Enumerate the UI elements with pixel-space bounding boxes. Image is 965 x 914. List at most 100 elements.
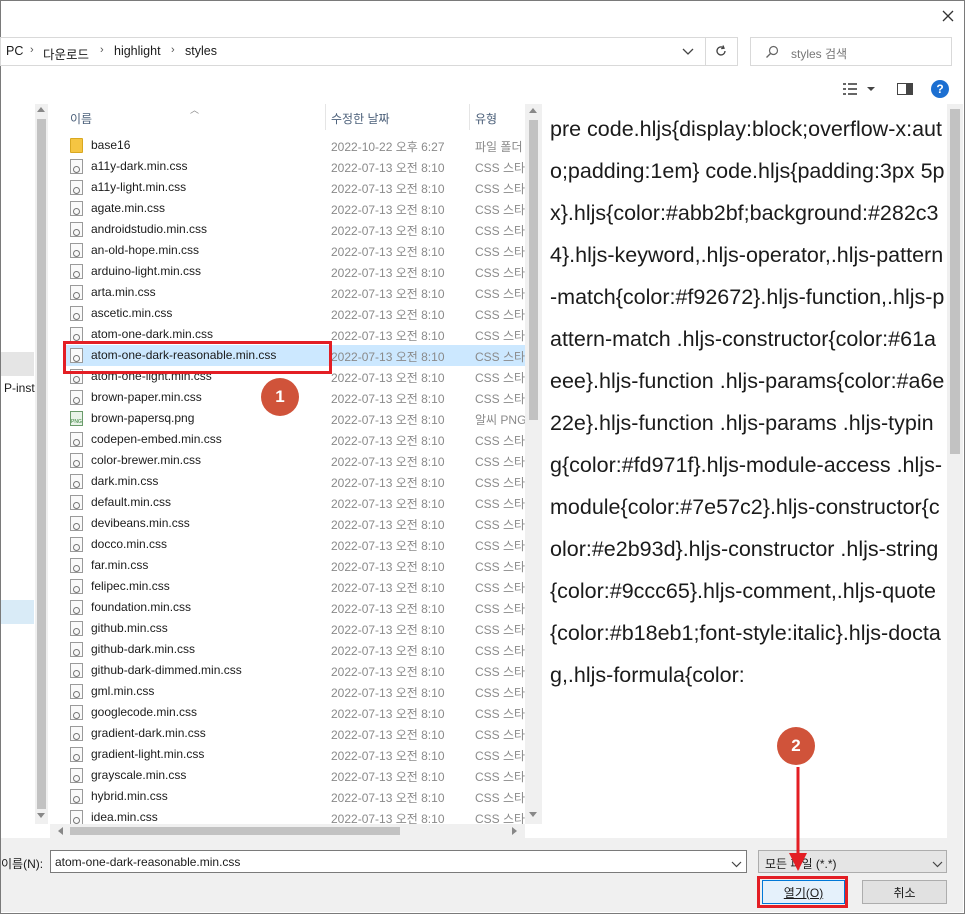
breadcrumb-styles[interactable]: styles xyxy=(185,44,217,58)
file-row[interactable]: gml.min.css 2022-07-13 오전 8:10 CSS 스타일 시트 xyxy=(50,681,525,702)
file-row[interactable]: far.min.css 2022-07-13 오전 8:10 CSS 스타일 시트 xyxy=(50,555,525,576)
css-file-icon xyxy=(70,747,83,762)
file-row[interactable]: codepen-embed.min.css 2022-07-13 오전 8:10 C… xyxy=(50,429,525,450)
file-date: 2022-07-13 오전 8:10 xyxy=(331,476,445,490)
file-row[interactable]: a11y-dark.min.css 2022-07-13 오전 8:10 CSS 스… xyxy=(50,156,525,177)
file-date: 2022-10-22 오후 6:27 xyxy=(331,140,445,154)
breadcrumb-chevron-icon[interactable]: › xyxy=(30,44,34,56)
file-row[interactable]: hybrid.min.css 2022-07-13 오전 8:10 CSS 스타일 … xyxy=(50,786,525,807)
list-scroll-thumb[interactable] xyxy=(529,120,538,420)
file-row[interactable]: grayscale.min.css 2022-07-13 오전 8:10 CSS 스… xyxy=(50,765,525,786)
file-date: 2022-07-13 오전 8:10 xyxy=(331,203,445,217)
file-name: brown-paper.min.css xyxy=(91,390,202,404)
column-header-date[interactable]: 수정한 날짜 xyxy=(331,110,390,127)
file-type: CSS 스타일 시트 xyxy=(475,350,525,364)
css-file-icon xyxy=(70,222,83,237)
list-scroll-up-icon[interactable] xyxy=(529,108,537,113)
file-date: 2022-07-13 오전 8:10 xyxy=(331,413,445,427)
breadcrumb-chevron-icon[interactable]: › xyxy=(171,44,175,56)
column-header-name[interactable]: 이름 xyxy=(70,110,92,127)
hscroll-right-icon[interactable] xyxy=(512,827,517,835)
css-file-icon xyxy=(70,621,83,636)
css-file-icon xyxy=(70,726,83,741)
view-options-button[interactable] xyxy=(842,80,878,98)
cancel-button[interactable]: 취소 xyxy=(862,880,947,904)
file-date: 2022-07-13 오전 8:10 xyxy=(331,728,445,742)
hscroll-left-icon[interactable] xyxy=(58,827,63,835)
close-button[interactable] xyxy=(935,4,961,28)
filename-input[interactable]: atom-one-dark-reasonable.min.css xyxy=(50,850,747,873)
file-row[interactable]: idea.min.css 2022-07-13 오전 8:10 CSS 스타일 시트 xyxy=(50,807,525,824)
search-box[interactable]: styles 검색 xyxy=(750,37,952,66)
nav-item-label[interactable]: P-inst xyxy=(4,381,35,395)
css-file-icon xyxy=(70,453,83,468)
nav-scrollbar[interactable] xyxy=(35,104,48,824)
file-row[interactable]: github-dark.min.css 2022-07-13 오전 8:10 CSS… xyxy=(50,639,525,660)
column-divider[interactable] xyxy=(469,104,470,130)
file-row[interactable]: docco.min.css 2022-07-13 오전 8:10 CSS 스타일 시… xyxy=(50,534,525,555)
file-type: CSS 스타일 시트 xyxy=(475,707,525,721)
file-row[interactable]: ascetic.min.css 2022-07-13 오전 8:10 CSS 스타일… xyxy=(50,303,525,324)
file-list-hscrollbar[interactable] xyxy=(50,824,525,838)
file-row[interactable]: default.min.css 2022-07-13 오전 8:10 CSS 스타일… xyxy=(50,492,525,513)
file-row[interactable]: googlecode.min.css 2022-07-13 오전 8:10 CSS … xyxy=(50,702,525,723)
preview-scroll-thumb[interactable] xyxy=(950,109,960,454)
filetype-dropdown-icon[interactable] xyxy=(932,857,943,871)
preview-scrollbar[interactable] xyxy=(947,104,963,838)
file-date: 2022-07-13 오전 8:10 xyxy=(331,770,445,784)
file-type: CSS 스타일 시트 xyxy=(475,182,525,196)
address-dropdown-icon[interactable] xyxy=(682,45,694,59)
file-row[interactable]: dark.min.css 2022-07-13 오전 8:10 CSS 스타일 시트 xyxy=(50,471,525,492)
file-date: 2022-07-13 오전 8:10 xyxy=(331,560,445,574)
nav-scroll-thumb[interactable] xyxy=(37,119,46,809)
file-date: 2022-07-13 오전 8:10 xyxy=(331,707,445,721)
file-row[interactable]: gradient-dark.min.css 2022-07-13 오전 8:10 C… xyxy=(50,723,525,744)
file-date: 2022-07-13 오전 8:10 xyxy=(331,539,445,553)
breadcrumb-chevron-icon[interactable]: › xyxy=(100,44,104,56)
file-row[interactable]: arduino-light.min.css 2022-07-13 오전 8:10 C… xyxy=(50,261,525,282)
file-list[interactable]: base16 2022-10-22 오후 6:27 파일 폴더 a11y-dark.m… xyxy=(50,135,525,824)
nav-scroll-down-icon[interactable] xyxy=(37,813,45,818)
nav-scroll-up-icon[interactable] xyxy=(37,107,45,112)
file-row[interactable]: color-brewer.min.css 2022-07-13 오전 8:10 CS… xyxy=(50,450,525,471)
file-row[interactable]: base16 2022-10-22 오후 6:27 파일 폴더 xyxy=(50,135,525,156)
file-name: agate.min.css xyxy=(91,201,166,215)
list-scroll-down-icon[interactable] xyxy=(529,812,537,817)
file-type: CSS 스타일 시트 xyxy=(475,371,525,385)
preview-pane-button[interactable] xyxy=(897,82,913,96)
annotation-highlight-file xyxy=(63,341,332,374)
nav-item-highlight[interactable] xyxy=(1,352,34,376)
file-row[interactable]: felipec.min.css 2022-07-13 오전 8:10 CSS 스타일… xyxy=(50,576,525,597)
address-bar[interactable]: PC › 다운로드 › highlight › styles xyxy=(0,37,738,66)
help-button[interactable]: ? xyxy=(931,80,949,98)
breadcrumb-pc[interactable]: PC xyxy=(6,44,23,58)
file-row[interactable]: github.min.css 2022-07-13 오전 8:10 CSS 스타일 … xyxy=(50,618,525,639)
file-row[interactable]: agate.min.css 2022-07-13 오전 8:10 CSS 스타일 시… xyxy=(50,198,525,219)
column-header-type[interactable]: 유형 xyxy=(475,110,497,127)
file-row[interactable]: androidstudio.min.css 2022-07-13 오전 8:10 C… xyxy=(50,219,525,240)
refresh-icon[interactable] xyxy=(714,44,728,61)
breadcrumb-downloads[interactable]: 다운로드 xyxy=(43,44,89,63)
filename-dropdown-icon[interactable] xyxy=(731,857,742,871)
breadcrumb-highlight[interactable]: highlight xyxy=(114,44,161,58)
column-divider[interactable] xyxy=(325,104,326,130)
file-date: 2022-07-13 오전 8:10 xyxy=(331,602,445,616)
nav-pane[interactable]: P-inst xyxy=(1,104,48,824)
file-row[interactable]: an-old-hope.min.css 2022-07-13 오전 8:10 CSS… xyxy=(50,240,525,261)
css-file-icon xyxy=(70,810,83,824)
file-date: 2022-07-13 오전 8:10 xyxy=(331,329,445,343)
file-type: CSS 스타일 시트 xyxy=(475,245,525,259)
hscroll-thumb[interactable] xyxy=(70,827,400,835)
file-row[interactable]: foundation.min.css 2022-07-13 오전 8:10 CSS … xyxy=(50,597,525,618)
nav-item-selected[interactable] xyxy=(1,600,34,624)
file-row[interactable]: arta.min.css 2022-07-13 오전 8:10 CSS 스타일 시트 xyxy=(50,282,525,303)
file-row[interactable]: github-dark-dimmed.min.css 2022-07-13 오전 … xyxy=(50,660,525,681)
file-list-scrollbar[interactable] xyxy=(525,104,542,824)
file-row[interactable]: a11y-light.min.css 2022-07-13 오전 8:10 CSS … xyxy=(50,177,525,198)
css-file-icon xyxy=(70,789,83,804)
annotation-highlight-open xyxy=(757,876,848,908)
file-row[interactable]: devibeans.min.css 2022-07-13 오전 8:10 CSS 스… xyxy=(50,513,525,534)
address-divider xyxy=(705,38,706,65)
file-type: CSS 스타일 시트 xyxy=(475,434,525,448)
file-row[interactable]: gradient-light.min.css 2022-07-13 오전 8:10… xyxy=(50,744,525,765)
